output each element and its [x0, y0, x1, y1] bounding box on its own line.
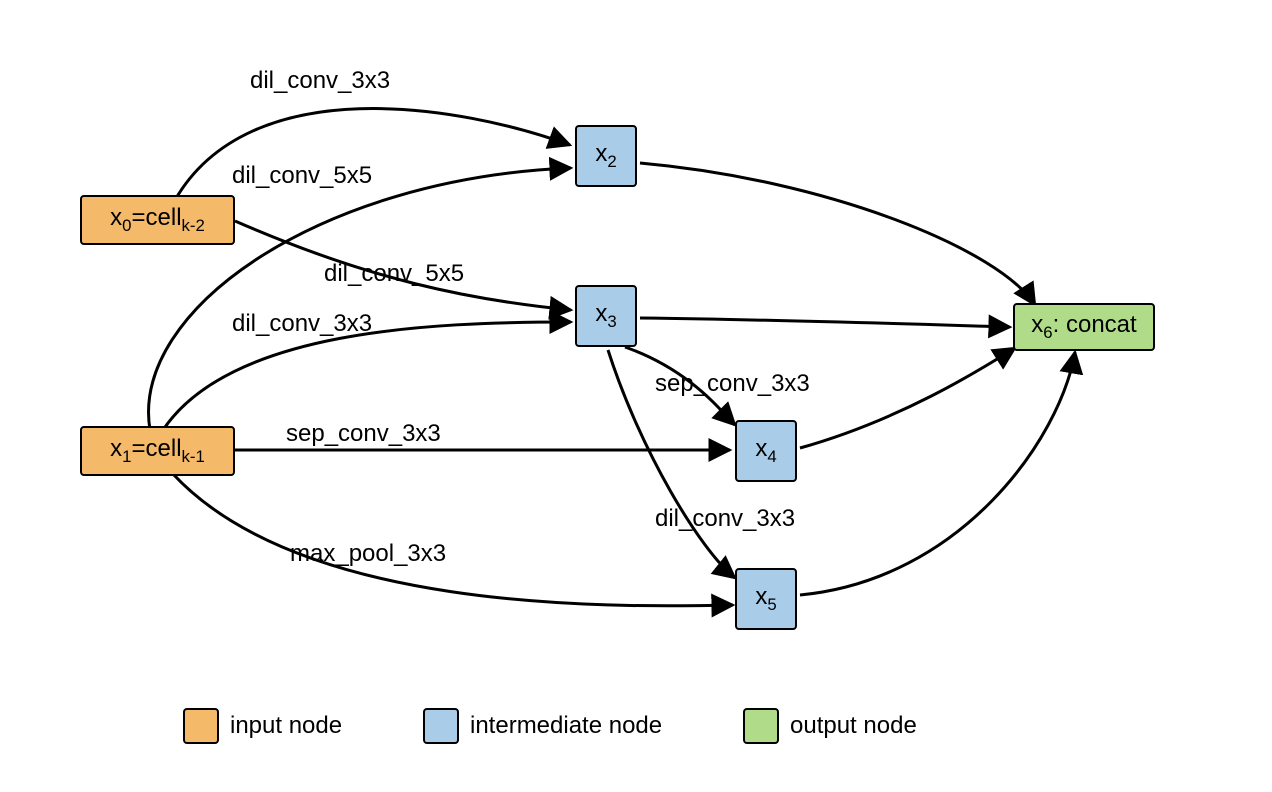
- node-x4: x4: [735, 420, 797, 482]
- node-x5-label: x5: [755, 583, 776, 615]
- node-x5: x5: [735, 568, 797, 630]
- edge-label-x1-x3: dil_conv_3x3: [232, 310, 372, 338]
- legend-output-swatch: [743, 708, 779, 744]
- edges-svg: [0, 0, 1272, 792]
- node-x0-label: x0=cellk-2: [110, 204, 205, 236]
- node-x1-label: x1=cellk-1: [110, 435, 205, 467]
- node-x0: x0=cellk-2: [80, 195, 235, 245]
- edge-label-x0-x3: dil_conv_5x5: [324, 260, 464, 288]
- node-x2-label: x2: [595, 140, 616, 172]
- node-x2: x2: [575, 125, 637, 187]
- legend-intermediate-swatch: [423, 708, 459, 744]
- legend-intermediate-label: intermediate node: [470, 712, 662, 740]
- edge-label-x1-x2: dil_conv_5x5: [232, 162, 372, 190]
- node-x6-label: x6: concat: [1031, 311, 1136, 343]
- legend-output-label: output node: [790, 712, 917, 740]
- edge-label-x1-x4: sep_conv_3x3: [286, 420, 441, 448]
- node-x4-label: x4: [755, 435, 776, 467]
- node-x3: x3: [575, 285, 637, 347]
- legend-input-label: input node: [230, 712, 342, 740]
- edge-label-x3-x5: dil_conv_3x3: [655, 505, 795, 533]
- node-x3-label: x3: [595, 300, 616, 332]
- node-x6: x6: concat: [1013, 303, 1155, 351]
- edge-label-x0-x2: dil_conv_3x3: [250, 67, 390, 95]
- legend-input-swatch: [183, 708, 219, 744]
- node-x1: x1=cellk-1: [80, 426, 235, 476]
- edge-label-x1-x5: max_pool_3x3: [290, 540, 446, 568]
- edge-label-x3-x4: sep_conv_3x3: [655, 370, 810, 398]
